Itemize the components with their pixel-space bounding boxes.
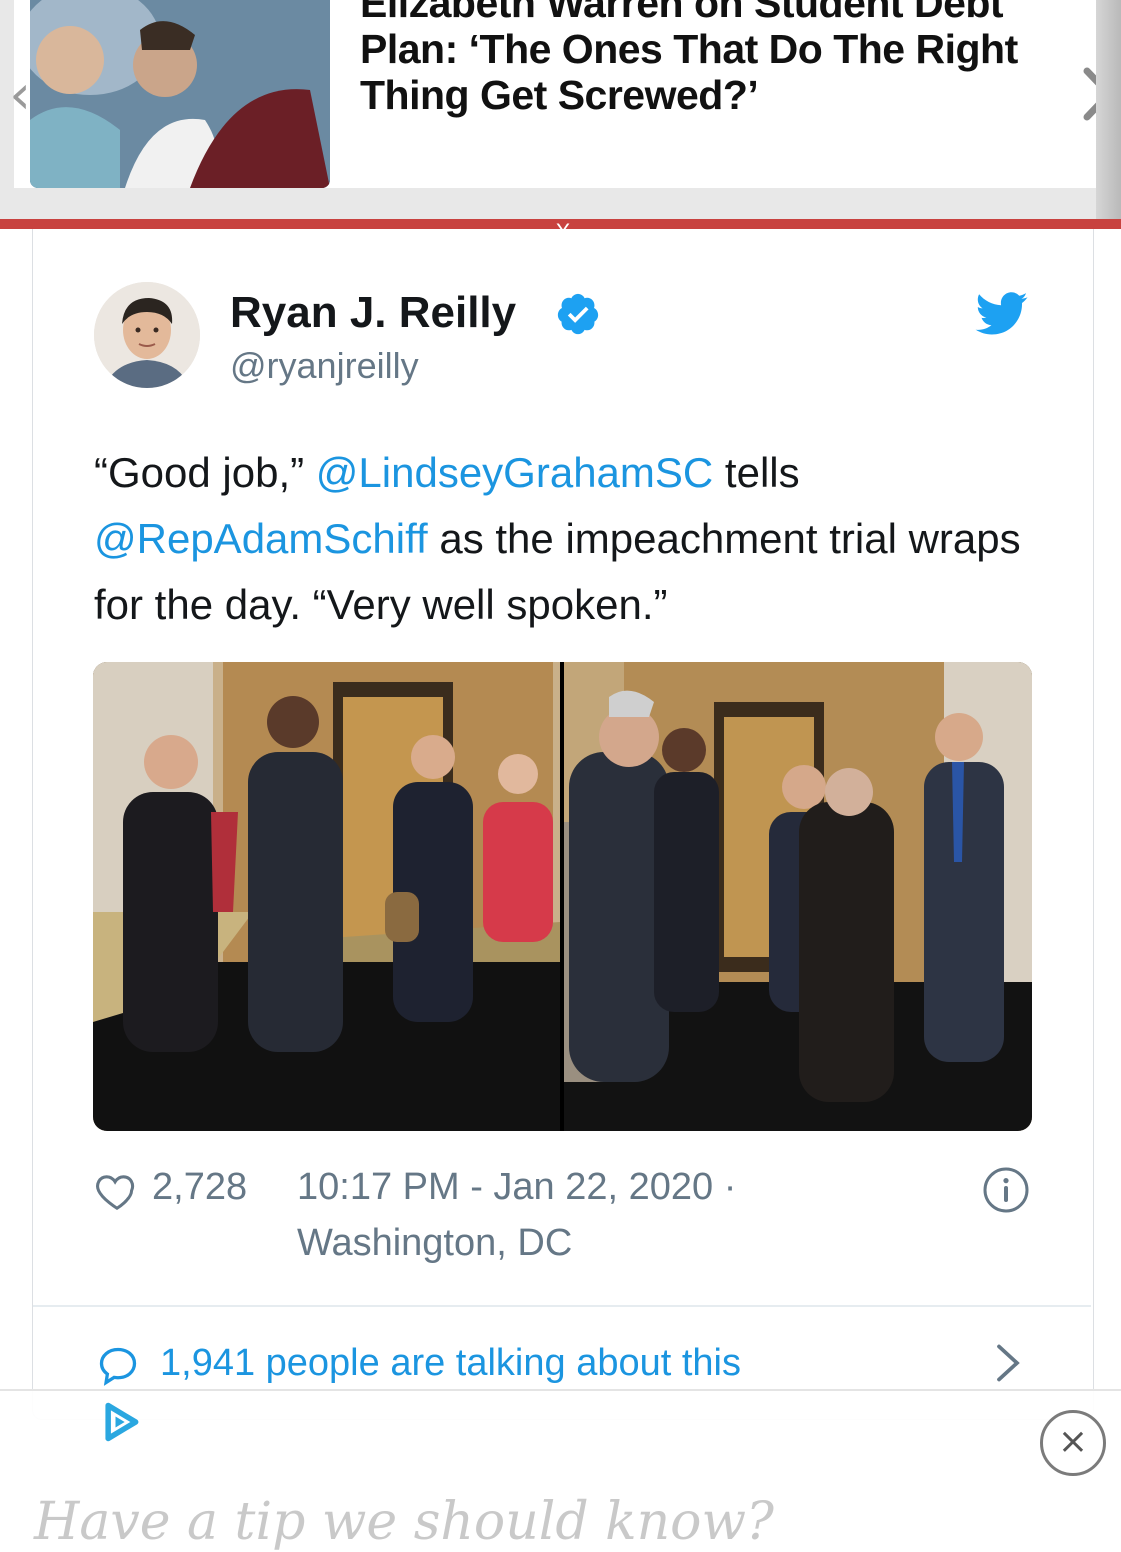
article-thumbnail[interactable] bbox=[30, 0, 330, 188]
ad-close-button[interactable]: × bbox=[1040, 1410, 1106, 1476]
chevron-right-icon[interactable] bbox=[990, 1340, 1026, 1386]
related-articles-carousel: Elizabeth Warren on Student Debt Plan: ‘… bbox=[0, 0, 1121, 219]
tweet-photo-grid bbox=[93, 662, 1032, 1131]
tweet-author-name[interactable]: Ryan J. Reilly bbox=[230, 288, 516, 338]
twitter-bird-icon[interactable] bbox=[975, 292, 1029, 336]
tweet-author-handle[interactable]: @ryanjreilly bbox=[230, 345, 419, 387]
chevron-left-icon[interactable]: ‹ bbox=[0, 0, 40, 188]
verified-badge-icon bbox=[557, 293, 599, 335]
tweet-location[interactable]: Washington, DC bbox=[297, 1222, 572, 1265]
like-count[interactable]: 2,728 bbox=[152, 1166, 247, 1209]
conversation-link[interactable]: 1,941 people are talking about this bbox=[160, 1342, 741, 1385]
mention-link-lindseygraham[interactable]: @LindseyGrahamSC bbox=[316, 449, 713, 496]
related-article-title[interactable]: Elizabeth Warren on Student Debt Plan: ‘… bbox=[360, 0, 1060, 118]
heart-icon[interactable] bbox=[94, 1168, 140, 1214]
info-icon[interactable] bbox=[982, 1166, 1030, 1214]
tweet-text-part: tells bbox=[713, 449, 800, 496]
avatar[interactable] bbox=[94, 282, 200, 388]
carousel-edge-shadow bbox=[1096, 0, 1121, 219]
mention-link-repadamschiff[interactable]: @RepAdamSchiff bbox=[94, 515, 428, 562]
tweet-text-part: “Good job,” bbox=[94, 449, 316, 496]
tweet-text: “Good job,” @LindseyGrahamSC tells @RepA… bbox=[94, 440, 1054, 638]
tweet-timestamp[interactable]: 10:17 PM - Jan 22, 2020 · bbox=[297, 1166, 736, 1209]
tweet-photo-1[interactable] bbox=[93, 662, 560, 1131]
tweet-divider bbox=[33, 1305, 1091, 1307]
speech-bubble-icon[interactable] bbox=[96, 1344, 140, 1388]
ad-choices-icon[interactable] bbox=[98, 1400, 144, 1444]
tip-prompt-heading: Have a tip we should know? bbox=[34, 1492, 774, 1552]
tweet-photo-2[interactable] bbox=[564, 662, 1032, 1131]
